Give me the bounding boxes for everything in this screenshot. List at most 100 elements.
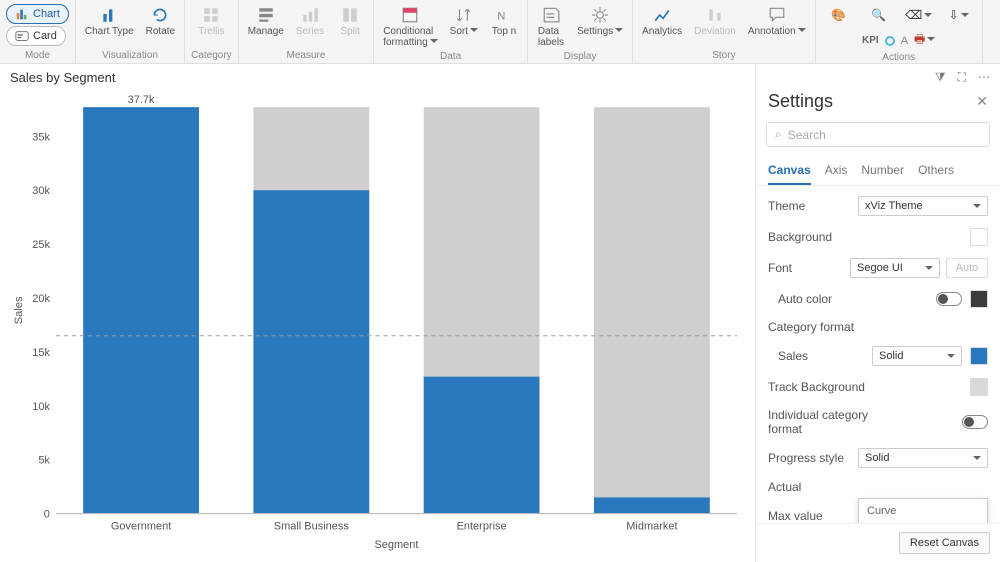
font-select[interactable]: Segoe UI: [850, 258, 940, 278]
ribbon-split: Split: [333, 4, 367, 39]
indiv-cat-toggle[interactable]: [962, 415, 988, 429]
font-size-input[interactable]: Auto: [946, 258, 988, 278]
progress-option-curve[interactable]: Curve: [859, 499, 987, 523]
ribbon-sort[interactable]: Sort: [447, 4, 481, 50]
ribbon-label-data: Data: [440, 51, 461, 62]
ribbon-group-actions: 🎨 🔍 ⌫ ⇩ KPI A 🖶 Actions: [816, 0, 983, 63]
actions-export[interactable]: ⇩: [942, 4, 976, 26]
search-placeholder: Search: [788, 128, 826, 142]
settings-tabs: Canvas Axis Number Others: [756, 157, 1000, 186]
svg-text:0: 0: [44, 509, 50, 521]
background-label: Background: [768, 230, 832, 244]
mode-chart-pill[interactable]: Chart: [6, 4, 69, 24]
mode-chart-label: Chart: [33, 8, 60, 20]
category-style-select[interactable]: Solid: [872, 346, 962, 366]
search-icon: ⌕: [775, 127, 782, 142]
annotation-icon: [768, 6, 786, 24]
data-labels-icon: [542, 6, 560, 24]
svg-text:Sales: Sales: [13, 296, 25, 324]
theme-label: Theme: [768, 199, 805, 213]
ribbon-manage[interactable]: Manage: [245, 4, 287, 39]
tab-canvas[interactable]: Canvas: [768, 157, 811, 185]
ribbon-label-visualization: Visualization: [102, 50, 158, 61]
svg-text:5k: 5k: [38, 455, 50, 467]
ribbon-group-visualization: Chart TypeRotate Visualization: [76, 0, 185, 63]
chart-title: Sales by Segment: [8, 68, 747, 89]
category-format-head: Category format: [768, 320, 988, 334]
ribbon-label-story: Story: [712, 50, 735, 61]
topn-icon: N: [495, 6, 513, 24]
more-icon[interactable]: ⋯: [978, 70, 990, 85]
ribbon-rotate[interactable]: Rotate: [143, 4, 178, 39]
print-icon[interactable]: 🖶: [914, 30, 935, 51]
ribbon-label-measure: Measure: [286, 50, 325, 61]
ribbon-group-data: ConditionalformattingSortNTop n Data: [374, 0, 528, 63]
manage-icon: [257, 6, 275, 24]
ribbon-cond-format[interactable]: Conditionalformatting: [380, 4, 440, 50]
max-value-label: Max value: [768, 509, 823, 523]
ribbon-group-label-mode: Mode: [25, 50, 50, 61]
filter-icon[interactable]: ⧩: [935, 70, 946, 85]
svg-text:N: N: [497, 11, 505, 23]
svg-text:30k: 30k: [32, 185, 50, 197]
theme-select[interactable]: xViz Theme: [858, 196, 988, 216]
svg-text:Government: Government: [111, 521, 171, 533]
ribbon-series: Series: [293, 4, 327, 39]
mode-card-label: Card: [33, 30, 57, 42]
auto-color-label: Auto color: [768, 292, 832, 306]
progress-style-dropdown: Curve Solid✓: [858, 498, 988, 523]
svg-text:37.7k: 37.7k: [128, 94, 155, 106]
progress-style-label: Progress style: [768, 451, 844, 465]
chart-area[interactable]: 05k10k15k20k25k30k35kSalesGovernment37.7…: [8, 89, 747, 554]
close-icon[interactable]: ✕: [976, 93, 988, 110]
font-label: Font: [768, 261, 792, 275]
ribbon-annotation[interactable]: Annotation: [745, 4, 809, 39]
focus-icon[interactable]: ⛶: [958, 70, 966, 85]
tab-axis[interactable]: Axis: [825, 157, 848, 185]
bar-chart-icon: [15, 7, 29, 21]
ribbon-label-category: Category: [191, 50, 232, 61]
ribbon-group-measure: ManageSeriesSplit Measure: [239, 0, 375, 63]
ribbon-settings[interactable]: Settings: [574, 4, 626, 50]
ribbon-label-display: Display: [564, 51, 597, 62]
tab-number[interactable]: Number: [861, 157, 904, 185]
record-icon[interactable]: [885, 36, 895, 46]
background-swatch[interactable]: [970, 228, 988, 246]
actions-search[interactable]: 🔍: [862, 4, 896, 26]
series-icon: [301, 6, 319, 24]
ribbon-data-labels[interactable]: Datalabels: [534, 4, 568, 50]
ribbon-group-display: DatalabelsSettings Display: [528, 0, 633, 63]
svg-text:25k: 25k: [32, 239, 50, 251]
actions-erase[interactable]: ⌫: [902, 4, 936, 26]
reset-canvas-button[interactable]: Reset Canvas: [899, 532, 990, 554]
auto-color-toggle[interactable]: [936, 292, 962, 306]
alpha-label[interactable]: A: [901, 35, 908, 47]
ribbon-analytics[interactable]: Analytics: [639, 4, 685, 39]
card-icon: [15, 29, 29, 43]
ribbon-chart-type[interactable]: Chart Type: [82, 4, 137, 39]
ribbon-topn[interactable]: NTop n: [487, 4, 521, 50]
chart-type-icon: [100, 6, 118, 24]
kpi-label[interactable]: KPI: [862, 35, 879, 46]
category-sales-label: Sales: [768, 349, 808, 363]
svg-text:Midmarket: Midmarket: [626, 521, 677, 533]
mode-card-pill[interactable]: Card: [6, 26, 66, 46]
tab-others[interactable]: Others: [918, 157, 954, 185]
track-bg-swatch[interactable]: [970, 378, 988, 396]
trellis-icon: [202, 6, 220, 24]
category-color-swatch[interactable]: [970, 347, 988, 365]
svg-text:15k: 15k: [32, 347, 50, 359]
ribbon-trellis: Trellis: [194, 4, 228, 39]
svg-text:35k: 35k: [32, 131, 50, 143]
progress-style-select[interactable]: Solid: [858, 448, 988, 468]
settings-icon: [591, 6, 609, 24]
actions-palette[interactable]: 🎨: [822, 4, 856, 26]
ribbon-group-category: Trellis Category: [185, 0, 239, 63]
indiv-cat-label: Individual category format: [768, 408, 888, 436]
settings-search[interactable]: ⌕ Search: [766, 122, 990, 147]
ribbon: Chart Card Mode Chart TypeRotate Visuali…: [0, 0, 1000, 64]
auto-color-swatch[interactable]: [970, 290, 988, 308]
svg-text:Small Business: Small Business: [274, 521, 350, 533]
ribbon-deviation: Deviation: [691, 4, 739, 39]
rotate-icon: [151, 6, 169, 24]
